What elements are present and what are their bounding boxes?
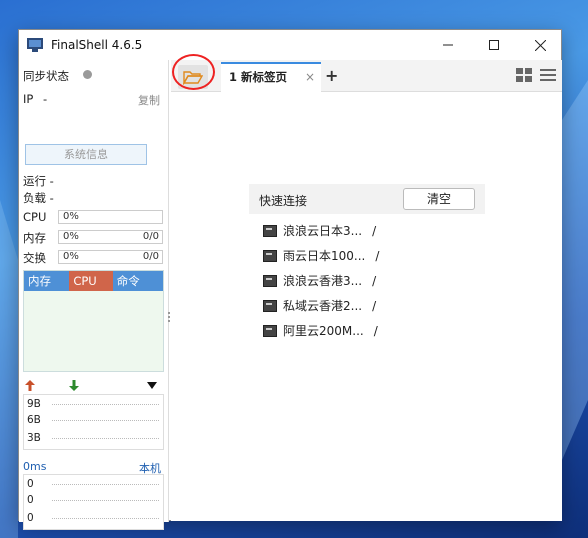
proc-col-mem[interactable]: 内存 bbox=[24, 271, 70, 291]
proc-col-cmd[interactable]: 命令 bbox=[112, 271, 163, 291]
process-table[interactable]: 内存 CPU 命令 bbox=[23, 270, 164, 372]
red-annotation-circle bbox=[172, 54, 215, 90]
connection-path: / bbox=[375, 248, 380, 263]
latency-row-2: 0 bbox=[27, 494, 34, 506]
connection-path: / bbox=[372, 223, 377, 238]
add-tab-button[interactable]: + bbox=[325, 66, 338, 85]
cpu-value: 0% bbox=[63, 211, 79, 222]
quick-connect-item[interactable]: 私域云香港2... / bbox=[249, 293, 485, 318]
tab-close-icon[interactable]: × bbox=[305, 64, 315, 90]
sync-status-indicator bbox=[83, 70, 92, 79]
finalshell-window: FinalShell 4.6.5 同步状态 IP - 复制 系统信息 运行 - … bbox=[18, 29, 562, 530]
app-icon bbox=[27, 38, 43, 52]
upload-arrow-icon bbox=[25, 380, 35, 391]
mem-usage: 0/0 bbox=[142, 231, 159, 242]
network-graph: 9B 6B 3B bbox=[23, 394, 164, 450]
window-title: FinalShell 4.6.5 bbox=[51, 38, 143, 52]
close-button[interactable] bbox=[517, 30, 563, 60]
connection-name: 私域云香港2... bbox=[283, 299, 363, 313]
quick-connect-title: 快速连接 bbox=[259, 194, 308, 208]
maximize-button[interactable] bbox=[471, 30, 517, 60]
ip-label: IP bbox=[23, 92, 34, 106]
quick-connect-item[interactable]: 浪浪云日本3... / bbox=[249, 218, 485, 243]
close-icon bbox=[534, 39, 546, 51]
swap-label: 交换 bbox=[23, 251, 46, 265]
mem-value: 0% bbox=[63, 231, 79, 242]
tab-label: 1 新标签页 bbox=[229, 70, 288, 84]
quick-connect-item[interactable]: 阿里云200M... / bbox=[249, 318, 485, 343]
net-scale-top: 9B bbox=[27, 398, 41, 410]
interface-dropdown-icon[interactable] bbox=[147, 382, 157, 389]
latency-row-3: 0 bbox=[27, 512, 34, 524]
desktop-wallpaper-right bbox=[562, 80, 588, 460]
sidebar: 同步状态 IP - 复制 系统信息 运行 - 负载 - CPU 0% 内存 0%… bbox=[19, 60, 169, 530]
load-label: 负载 - bbox=[23, 191, 54, 205]
ip-value: - bbox=[43, 92, 48, 106]
desktop-wallpaper bbox=[0, 200, 18, 538]
terminal-icon bbox=[263, 249, 277, 262]
connection-name: 雨云日本100... bbox=[283, 249, 366, 263]
terminal-icon bbox=[263, 299, 277, 312]
download-arrow-icon bbox=[69, 380, 79, 391]
connection-name: 阿里云200M... bbox=[283, 324, 364, 338]
minimize-button[interactable] bbox=[425, 30, 471, 60]
connection-name: 浪浪云香港3... bbox=[283, 274, 363, 288]
latency-row-1: 0 bbox=[27, 478, 34, 490]
latency-graph: 0 0 0 bbox=[23, 474, 164, 530]
menu-icon[interactable] bbox=[540, 68, 556, 82]
cpu-meter: 0% bbox=[58, 210, 163, 224]
tab-new[interactable]: 1 新标签页 × bbox=[221, 62, 321, 92]
swap-meter: 0% 0/0 bbox=[58, 250, 163, 264]
connection-path: / bbox=[373, 323, 378, 338]
terminal-icon bbox=[263, 274, 277, 287]
network-header bbox=[23, 380, 164, 392]
connection-name: 浪浪云日本3... bbox=[283, 224, 363, 238]
net-scale-mid: 6B bbox=[27, 414, 41, 426]
cpu-label: CPU bbox=[23, 210, 47, 224]
proc-col-cpu[interactable]: CPU bbox=[69, 271, 113, 291]
sync-status-label: 同步状态 bbox=[23, 69, 69, 83]
connection-path: / bbox=[372, 273, 377, 288]
mem-label: 内存 bbox=[23, 231, 46, 245]
main-area: 1 新标签页 × + 快速连接 清空 浪浪云日本3... / 雨云日本100..… bbox=[171, 54, 562, 521]
terminal-icon bbox=[263, 324, 277, 337]
uptime-label: 运行 - bbox=[23, 174, 54, 188]
grid-view-icon[interactable] bbox=[516, 68, 532, 82]
swap-value: 0% bbox=[63, 251, 79, 262]
minimize-icon bbox=[443, 44, 453, 46]
connection-path: / bbox=[372, 298, 377, 313]
maximize-icon bbox=[489, 40, 499, 50]
copy-ip-link[interactable]: 复制 bbox=[138, 92, 160, 108]
swap-usage: 0/0 bbox=[142, 251, 159, 262]
quick-connect-panel: 快速连接 清空 浪浪云日本3... / 雨云日本100... / 浪浪云香港3.… bbox=[249, 184, 485, 343]
mem-meter: 0% 0/0 bbox=[58, 230, 163, 244]
title-bar[interactable]: FinalShell 4.6.5 bbox=[19, 30, 561, 60]
net-scale-low: 3B bbox=[27, 432, 41, 444]
clear-button[interactable]: 清空 bbox=[403, 188, 475, 210]
quick-connect-item[interactable]: 浪浪云香港3... / bbox=[249, 268, 485, 293]
latency-label: 0ms bbox=[23, 460, 47, 473]
tab-bar: 1 新标签页 × + bbox=[171, 54, 562, 92]
quick-connect-item[interactable]: 雨云日本100... / bbox=[249, 243, 485, 268]
system-info-button[interactable]: 系统信息 bbox=[25, 144, 147, 165]
terminal-icon bbox=[263, 224, 277, 237]
